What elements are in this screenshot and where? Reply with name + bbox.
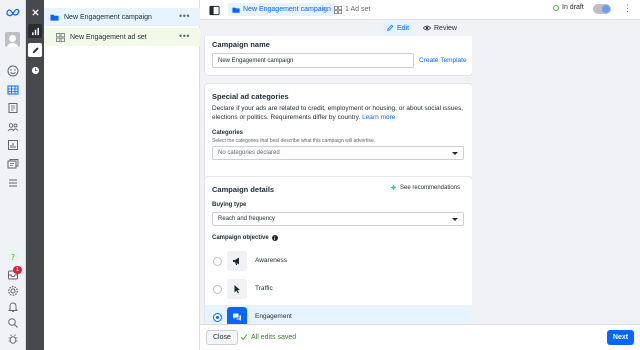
review-label: Review <box>434 24 457 32</box>
bottom-bar: Close All edits saved Next <box>200 324 640 350</box>
objective-radio-selected[interactable] <box>213 313 222 322</box>
avatar[interactable] <box>5 32 20 47</box>
breadcrumb-campaign-label: New Engagement campaign <box>243 6 331 13</box>
buying-type-label: Buying type <box>212 202 247 208</box>
caret-down-icon <box>452 218 458 221</box>
breadcrumb-campaign[interactable]: New Engagement campaign <box>228 3 335 16</box>
menu-icon[interactable] <box>5 176 21 190</box>
tree-adset-label: New Engagement ad set <box>70 33 147 41</box>
history-clock-icon[interactable] <box>28 63 42 77</box>
right-pane <box>472 36 640 324</box>
pages-icon[interactable] <box>5 101 21 115</box>
close-button[interactable]: Close <box>206 330 238 345</box>
meta-logo-icon[interactable] <box>6 6 20 18</box>
objective-name: Traffic <box>255 285 273 292</box>
folder-icon <box>232 6 240 14</box>
draft-status-icon <box>553 4 559 11</box>
status-label: In draft <box>562 4 584 11</box>
categories-label: Categories <box>212 130 244 136</box>
campaign-name-input[interactable]: New Engagement campaign <box>212 53 414 68</box>
check-icon <box>240 333 248 341</box>
categories-help-text: Select the categories that best describe… <box>212 138 376 144</box>
campaign-objective-text: Campaign objective <box>212 235 269 241</box>
caret-down-icon <box>452 152 458 155</box>
status-badge: In draft <box>553 4 584 11</box>
save-status: All edits saved <box>240 333 296 341</box>
info-icon[interactable]: i <box>271 235 278 241</box>
campaign-toggle[interactable] <box>593 4 611 14</box>
campaign-name-card: Campaign name New Engagement campaign Cr… <box>205 36 472 75</box>
settings-icon[interactable] <box>5 284 21 298</box>
tree-campaign-label: New Engagement campaign <box>64 13 152 21</box>
bug-icon[interactable] <box>5 332 21 346</box>
learn-more-link[interactable]: Learn more <box>362 114 395 121</box>
chart-icon[interactable] <box>5 138 21 152</box>
smiley-icon[interactable] <box>5 64 21 78</box>
buying-type-dropdown[interactable]: Reach and frequency <box>212 212 464 226</box>
objective-radio[interactable] <box>213 257 222 266</box>
tree-item-campaign[interactable]: New Engagement campaign ••• <box>44 8 200 26</box>
campaigns-icon[interactable] <box>5 157 21 171</box>
mode-switcher: Edit Review <box>200 20 472 36</box>
cursor-icon <box>227 279 247 299</box>
see-recommendations-link[interactable]: See recommendations <box>390 184 460 191</box>
review-mode-button[interactable]: Review <box>418 21 462 35</box>
table-icon[interactable] <box>5 83 21 97</box>
grid-icon <box>334 5 342 14</box>
edit-label: Edit <box>397 24 410 32</box>
bell-icon[interactable] <box>5 300 21 314</box>
breadcrumb-adset[interactable]: 1 Ad set <box>334 3 370 16</box>
global-nav-rail: ? 1 <box>0 0 26 350</box>
notification-badge: 1 <box>13 266 22 274</box>
save-status-label: All edits saved <box>251 333 297 341</box>
more-options-button[interactable]: ⋮ <box>623 3 632 14</box>
buying-type-value: Reach and frequency <box>218 216 276 222</box>
create-template-link[interactable]: Create Template <box>419 57 467 64</box>
pencil-icon <box>387 24 394 31</box>
editor-tool-strip <box>26 0 44 350</box>
help-icon[interactable]: ? <box>5 250 21 264</box>
objective-name: Awareness <box>255 257 288 264</box>
objective-option-traffic[interactable]: Traffic <box>205 277 472 301</box>
chat-bubbles-icon <box>227 307 247 324</box>
edit-mode-button[interactable]: Edit <box>381 21 415 35</box>
special-categories-description: Declare if your ads are related to credi… <box>212 104 465 122</box>
folder-icon <box>50 13 59 22</box>
close-icon[interactable] <box>28 5 42 19</box>
objective-option-engagement[interactable]: Engagement <box>205 305 472 324</box>
campaign-name-heading: Campaign name <box>212 40 270 49</box>
campaign-tree-panel: New Engagement campaign ••• New Engageme… <box>44 0 200 350</box>
sidebar-toggle-icon[interactable] <box>208 4 220 16</box>
special-categories-heading: Special ad categories <box>212 92 289 101</box>
campaign-details-card: Campaign details See recommendations Buy… <box>205 177 472 324</box>
search-icon[interactable] <box>5 316 21 330</box>
objective-name: Engagement <box>255 313 292 320</box>
bar-chart-icon[interactable] <box>28 24 42 38</box>
svg-text:?: ? <box>11 253 15 262</box>
eye-icon <box>423 25 431 31</box>
objective-option-awareness[interactable]: Awareness <box>205 249 472 273</box>
grid-icon <box>56 32 65 42</box>
campaign-objective-label: Campaign objective i <box>212 235 278 241</box>
tree-item-adset[interactable]: New Engagement ad set ••• <box>44 28 200 46</box>
edit-pencil-icon[interactable] <box>28 43 42 57</box>
next-button[interactable]: Next <box>607 330 634 345</box>
megaphone-icon <box>227 251 247 271</box>
special-categories-text: Declare if your ads are related to credi… <box>212 105 464 121</box>
adset-more-button[interactable]: ••• <box>179 31 190 41</box>
breadcrumb-adset-label: 1 Ad set <box>345 6 371 13</box>
people-icon[interactable] <box>5 120 21 134</box>
campaign-details-heading: Campaign details <box>212 185 275 194</box>
chevron-right-icon: › <box>323 4 326 13</box>
objective-radio[interactable] <box>213 285 222 294</box>
campaign-form[interactable]: Campaign name New Engagement campaign Cr… <box>200 36 472 324</box>
recommendation-icon <box>390 184 397 191</box>
see-recommendations-label: See recommendations <box>400 184 461 191</box>
categories-dropdown[interactable]: No categories declared <box>212 146 464 160</box>
categories-value: No categories declared <box>218 150 280 156</box>
campaign-more-button[interactable]: ••• <box>179 11 190 21</box>
top-bar: New Engagement campaign › 1 Ad set In dr… <box>200 0 640 20</box>
